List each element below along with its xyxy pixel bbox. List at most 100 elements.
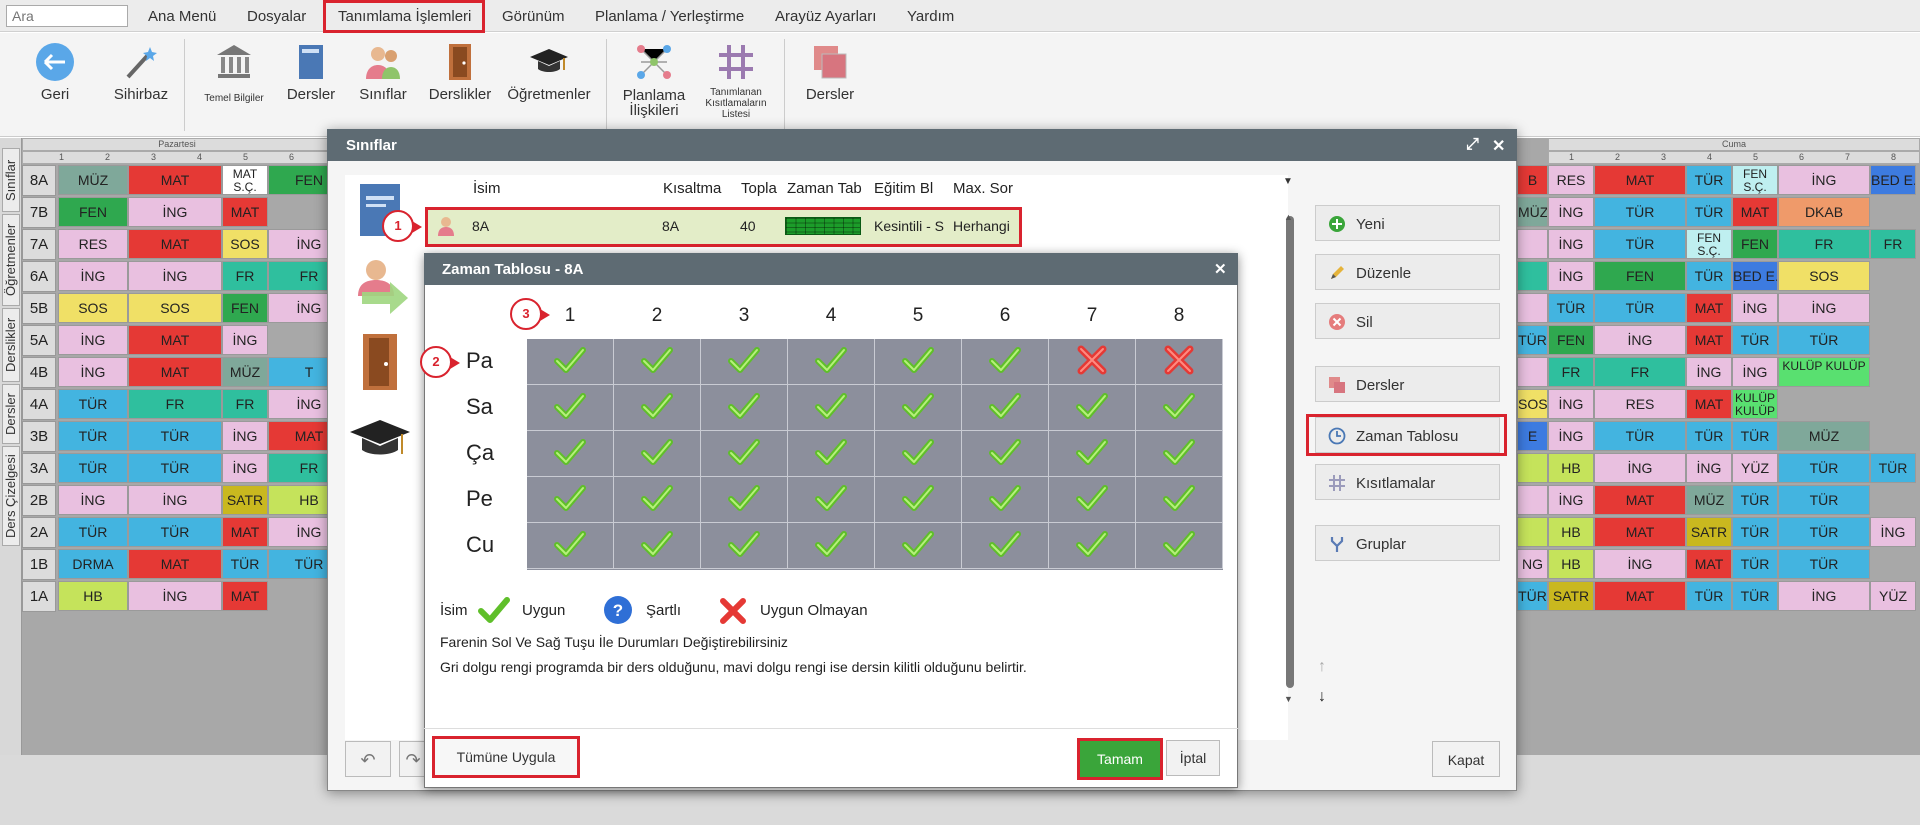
- timetable-cell[interactable]: FR: [222, 389, 268, 419]
- timetable-cell[interactable]: İNG: [222, 325, 268, 355]
- availability-cell[interactable]: [875, 339, 962, 385]
- timetable-cell[interactable]: İNG: [222, 453, 268, 483]
- availability-cell[interactable]: [614, 477, 701, 523]
- timetable-cell[interactable]: MAT: [1594, 485, 1686, 515]
- dersler-button[interactable]: Dersler: [280, 33, 342, 137]
- timetable-cell[interactable]: TÜR: [1732, 485, 1778, 515]
- timetable-cell[interactable]: [1517, 485, 1548, 515]
- timetable-cell[interactable]: HB: [1548, 549, 1594, 579]
- availability-cell[interactable]: [701, 339, 788, 385]
- timetable-cell[interactable]: MÜZ: [58, 165, 128, 195]
- timetable-cell[interactable]: MAT: [1594, 165, 1686, 195]
- ogretmenler-button[interactable]: Öğretmenler: [502, 33, 596, 137]
- tab-siniflar[interactable]: Sınıflar: [2, 148, 20, 212]
- sil-button[interactable]: Sil: [1315, 303, 1500, 339]
- timetable-cell[interactable]: FR: [222, 261, 268, 291]
- timetable-cell[interactable]: TÜR: [1778, 325, 1870, 355]
- timetable-cell[interactable]: İNG: [1778, 293, 1870, 323]
- planlama-iliskileri-button[interactable]: Planlama İlişkileri: [616, 33, 692, 137]
- timetable-cell[interactable]: NG: [1517, 549, 1548, 579]
- availability-cell[interactable]: [614, 339, 701, 385]
- timetable-cell[interactable]: FEN: [1594, 261, 1686, 291]
- undo-button[interactable]: ↶: [345, 741, 391, 777]
- search-input[interactable]: [6, 5, 128, 27]
- move-up-icon[interactable]: ↑: [1318, 658, 1326, 676]
- timetable-cell[interactable]: İNG: [58, 261, 128, 291]
- timetable-cell[interactable]: TÜR: [1517, 581, 1548, 611]
- timetable-cell[interactable]: İNG: [1778, 165, 1870, 195]
- timetable-cell[interactable]: FR: [128, 389, 222, 419]
- availability-cell[interactable]: [701, 431, 788, 477]
- timetable-cell[interactable]: FEN: [1548, 325, 1594, 355]
- timetable-cell[interactable]: FEN S.Ç.: [1732, 165, 1778, 195]
- timetable-cell[interactable]: TÜR: [1594, 293, 1686, 323]
- timetable-cell[interactable]: MAT: [222, 197, 268, 227]
- derslikler-button[interactable]: Derslikler: [424, 33, 496, 137]
- timetable-cell[interactable]: HB: [58, 581, 128, 611]
- timetable-cell[interactable]: SATR: [1686, 517, 1732, 547]
- timetable-cell[interactable]: MAT: [128, 357, 222, 387]
- col-toplam[interactable]: Topla: [741, 180, 778, 197]
- dropdown-arrow-icon[interactable]: ▼: [1283, 176, 1293, 187]
- timetable-cell[interactable]: MÜZ: [1778, 421, 1870, 451]
- timetable-cell[interactable]: İNG: [1548, 485, 1594, 515]
- timetable-cell[interactable]: TÜR: [1686, 197, 1732, 227]
- timetable-cell[interactable]: FR: [1594, 357, 1686, 387]
- timetable-cell[interactable]: BED E.: [1732, 261, 1778, 291]
- availability-cell[interactable]: [1049, 523, 1136, 569]
- timetable-cell[interactable]: MÜZ: [1517, 197, 1548, 227]
- timetable-cell[interactable]: FEN S.Ç.: [1686, 229, 1732, 259]
- timetable-cell[interactable]: SOS: [58, 293, 128, 323]
- menu-arayuz-ayarlari[interactable]: Arayüz Ayarları: [775, 8, 876, 25]
- availability-cell[interactable]: [962, 523, 1049, 569]
- availability-cell[interactable]: [701, 385, 788, 431]
- timetable-cell[interactable]: TÜR: [1686, 421, 1732, 451]
- menu-dosyalar[interactable]: Dosyalar: [247, 8, 306, 25]
- tab-ders-cizelgesi[interactable]: Ders Çizelgesi: [2, 446, 20, 546]
- timetable-cell[interactable]: İNG: [128, 485, 222, 515]
- timetable-cell[interactable]: İNG: [1548, 389, 1594, 419]
- timetable-cell[interactable]: DKAB: [1778, 197, 1870, 227]
- sub-close-icon[interactable]: ✕: [1214, 260, 1227, 278]
- siniflar-button[interactable]: Sınıflar: [350, 33, 416, 137]
- timetable-cell[interactable]: İNG: [1548, 229, 1594, 259]
- timetable-cell[interactable]: FR: [1548, 357, 1594, 387]
- timetable-cell[interactable]: MAT: [1686, 293, 1732, 323]
- timetable-cell[interactable]: RES: [1548, 165, 1594, 195]
- timetable-cell[interactable]: MAT: [128, 325, 222, 355]
- timetable-cell[interactable]: MAT: [1686, 549, 1732, 579]
- tab-derslikler[interactable]: Derslikler: [2, 308, 20, 382]
- col-egitim-blogu[interactable]: Eğitim Bl: [874, 180, 946, 197]
- timetable-cell[interactable]: RES: [58, 229, 128, 259]
- timetable-cell[interactable]: TÜR: [1594, 197, 1686, 227]
- redo-button[interactable]: ↷: [399, 741, 427, 777]
- timetable-cell[interactable]: İNG: [1594, 325, 1686, 355]
- timetable-cell[interactable]: MÜZ: [1686, 485, 1732, 515]
- timetable-cell[interactable]: SOS: [128, 293, 222, 323]
- availability-cell[interactable]: [875, 477, 962, 523]
- availability-cell[interactable]: [962, 385, 1049, 431]
- timetable-cell[interactable]: MAT: [1594, 581, 1686, 611]
- timetable-cell[interactable]: İNG: [1548, 197, 1594, 227]
- timetable-cell[interactable]: İNG: [1548, 421, 1594, 451]
- availability-cell[interactable]: [788, 385, 875, 431]
- timetable-cell[interactable]: TÜR: [1594, 229, 1686, 259]
- timetable-cell[interactable]: TÜR: [1686, 581, 1732, 611]
- timetable-cell[interactable]: İNG: [1778, 581, 1870, 611]
- scroll-down-icon[interactable]: ▼: [1284, 694, 1293, 704]
- timetable-cell[interactable]: MAT: [1594, 517, 1686, 547]
- yeni-button[interactable]: Yeni: [1315, 205, 1500, 241]
- timetable-cell[interactable]: TÜR: [128, 453, 222, 483]
- timetable-cell[interactable]: TÜR: [1732, 517, 1778, 547]
- timetable-cell[interactable]: TÜR: [58, 517, 128, 547]
- col-isim[interactable]: İsim: [473, 180, 501, 197]
- availability-cell[interactable]: [527, 431, 614, 477]
- timetable-cell[interactable]: İNG: [1732, 357, 1778, 387]
- timetable-cell[interactable]: TÜR: [1870, 453, 1916, 483]
- timetable-cell[interactable]: YÜZ: [1732, 453, 1778, 483]
- availability-cell[interactable]: [701, 523, 788, 569]
- timetable-cell[interactable]: TÜR: [1778, 517, 1870, 547]
- timetable-cell[interactable]: İNG: [58, 325, 128, 355]
- timetable-cell[interactable]: MÜZ: [222, 357, 268, 387]
- timetable-cell[interactable]: DRMA: [58, 549, 128, 579]
